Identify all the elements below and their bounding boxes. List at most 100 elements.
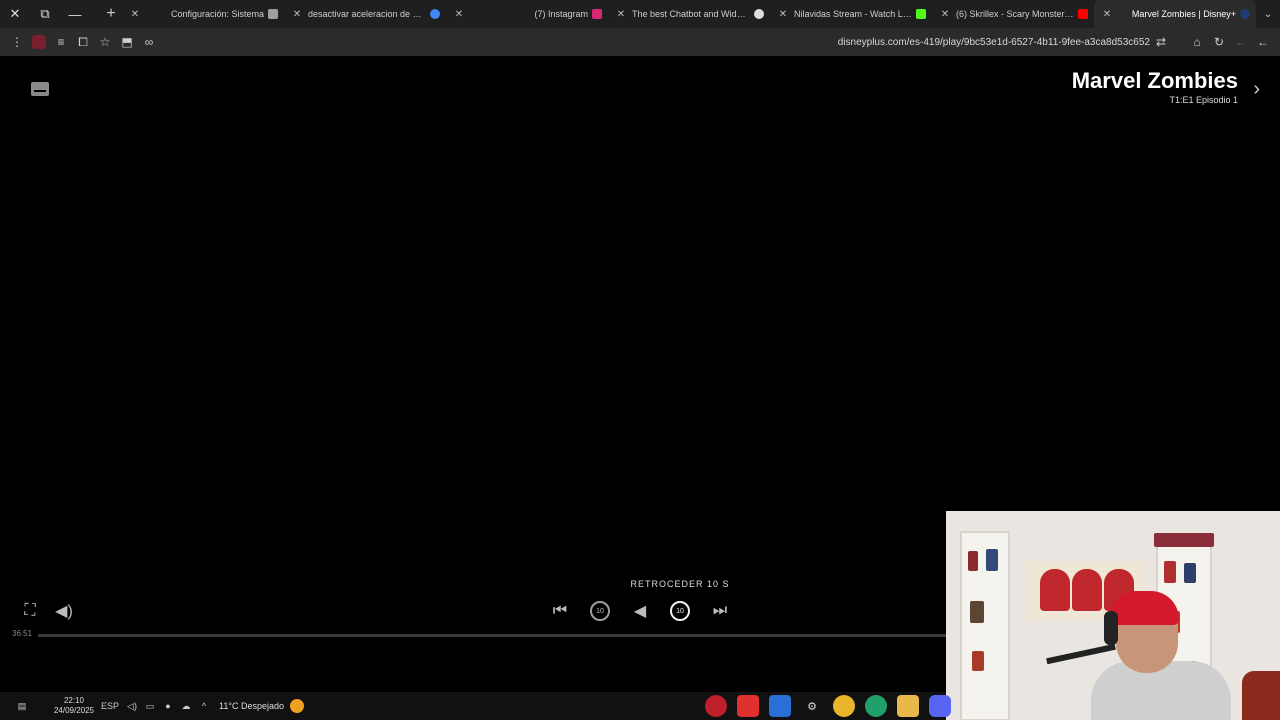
playback-controls: ⏮ 10 ◀ 10 ⏭: [548, 599, 748, 623]
restore-icon: ⧉: [40, 6, 50, 21]
tab-kick[interactable]: ✕ Nilavidas Stream - Watch Live: [770, 0, 932, 28]
volume-icon: ◀): [55, 603, 73, 620]
time-remaining: 36:51: [12, 629, 33, 638]
skip-next-icon: ⏭: [712, 602, 728, 619]
site-info-icon[interactable]: ⇄: [1150, 31, 1172, 53]
forward-button[interactable]: ←: [1230, 31, 1252, 53]
forward-10-button[interactable]: 10: [668, 599, 692, 623]
menu-button[interactable]: ⋮: [6, 31, 28, 53]
play-button[interactable]: ◀: [628, 599, 652, 623]
chrome-icon[interactable]: [833, 695, 855, 717]
subtitles-icon[interactable]: [31, 82, 49, 96]
discord-icon[interactable]: [929, 695, 951, 717]
lens-icon: ∞: [144, 35, 154, 49]
weather-widget[interactable]: 11°C Despejado: [219, 699, 304, 713]
app-red-icon[interactable]: [705, 695, 727, 717]
taskbar: ▤ 22:10 24/09/2025 ESP ◁) ▭ ● ☁ ^ 11°C D…: [0, 692, 951, 720]
home-button[interactable]: ⌂: [1186, 31, 1208, 53]
youtube-icon: [1078, 9, 1088, 19]
rewind-icon: 10: [590, 601, 610, 621]
app-store-icon[interactable]: [737, 695, 759, 717]
close-tab-icon[interactable]: ✕: [452, 9, 466, 20]
close-tab-icon[interactable]: ✕: [776, 9, 790, 20]
maximize-window-button[interactable]: ⧉: [30, 0, 60, 28]
close-tab-icon[interactable]: ✕: [290, 9, 304, 20]
screen: ✕ ⧉ — + ✕ Configuración: Sistema ✕ desac…: [0, 0, 1280, 720]
tab-disney[interactable]: ✕ Marvel Zombies | Disney+: [1094, 0, 1256, 28]
tab-chatbot[interactable]: ✕ The best Chatbot and Widgets: [608, 0, 770, 28]
volume-button[interactable]: ◀): [52, 599, 76, 623]
poster-figure: [1072, 569, 1102, 611]
close-tab-icon[interactable]: ✕: [614, 9, 628, 20]
install-app-button[interactable]: ⬒: [116, 31, 138, 53]
tab-strip: ✕ ⧉ — + ✕ Configuración: Sistema ✕ desac…: [0, 0, 1280, 28]
address-bar[interactable]: disneyplus.com/es-419/play/9bc53e1d-6527…: [166, 31, 1180, 53]
tab-title: (7) Instagram: [534, 9, 588, 19]
microphone-icon[interactable]: ●: [160, 698, 176, 714]
back-arrow-icon: ←: [1257, 35, 1269, 49]
bookmark-button[interactable]: ☆: [94, 31, 116, 53]
google-icon: [430, 9, 440, 19]
episode-label: T1:E1 Episodio 1: [1169, 95, 1238, 105]
reading-list-button[interactable]: ≡: [50, 31, 72, 53]
next-episode-button[interactable]: ⏭: [708, 599, 732, 623]
play-icon: ◀: [633, 603, 647, 620]
close-window-button[interactable]: ✕: [0, 0, 30, 28]
chatbot-icon: [754, 9, 764, 19]
chevron-right-icon[interactable]: ›: [1253, 78, 1260, 101]
extensions-button[interactable]: ⧠: [72, 31, 94, 53]
tab-title: (6) Skrillex - Scary Monsters An: [956, 9, 1078, 19]
reload-icon: ↻: [1213, 35, 1225, 49]
gear-icon: [268, 9, 278, 19]
new-tab-button[interactable]: +: [100, 0, 122, 28]
previous-episode-button[interactable]: ⏮: [548, 599, 572, 623]
chevron-up-icon[interactable]: ^: [196, 698, 212, 714]
file-explorer-icon[interactable]: [897, 695, 919, 717]
speaker-icon[interactable]: ◁): [124, 698, 140, 714]
close-tab-icon[interactable]: ✕: [1100, 9, 1114, 20]
headphones: [1104, 611, 1118, 645]
tab-settings[interactable]: ✕ Configuración: Sistema: [122, 0, 284, 28]
star-icon: ☆: [99, 35, 111, 49]
clock-time: 22:10: [63, 696, 85, 705]
forward-arrow-icon: ←: [1235, 35, 1247, 49]
fast-forward-icon: 10: [670, 601, 690, 621]
close-icon: ✕: [9, 6, 21, 21]
tab-title: Marvel Zombies | Disney+: [1131, 9, 1236, 19]
tab-title: Configuración: Sistema: [170, 9, 264, 19]
close-tab-icon[interactable]: ✕: [128, 9, 142, 20]
close-tab-icon[interactable]: ✕: [938, 9, 952, 20]
tab-youtube[interactable]: ✕ (6) Skrillex - Scary Monsters An: [932, 0, 1094, 28]
reload-button[interactable]: ↻: [1208, 31, 1230, 53]
onedrive-icon[interactable]: ☁: [178, 698, 194, 714]
disney-icon: [1240, 9, 1250, 19]
profile-avatar[interactable]: [32, 35, 46, 49]
microphone-arm: [1046, 643, 1116, 665]
notifications-icon[interactable]: ▤: [14, 698, 30, 714]
back-button[interactable]: ←: [1252, 31, 1274, 53]
network-icon[interactable]: ▭: [142, 698, 158, 714]
fullscreen-button[interactable]: ⛶: [18, 599, 42, 623]
microsoft-store-icon[interactable]: [769, 695, 791, 717]
lens-button[interactable]: ∞: [138, 31, 160, 53]
tab-search-button[interactable]: ⌄: [1256, 0, 1280, 28]
install-icon: ⬒: [121, 35, 133, 49]
language-indicator[interactable]: ESP: [98, 698, 122, 714]
home-icon: ⌂: [1193, 35, 1201, 49]
tab-list: ✕ Configuración: Sistema ✕ desactivar ac…: [122, 0, 1256, 28]
clock[interactable]: 22:10 24/09/2025: [51, 696, 97, 716]
tab-instagram[interactable]: ✕ (7) Instagram: [446, 0, 608, 28]
tab-google[interactable]: ✕ desactivar aceleracion de hard: [284, 0, 446, 28]
settings-icon[interactable]: ⚙: [801, 695, 823, 717]
progress-bar[interactable]: [38, 634, 948, 637]
minimize-window-button[interactable]: —: [60, 0, 90, 28]
tab-title: The best Chatbot and Widgets: [632, 9, 754, 19]
figure: [970, 601, 984, 623]
edge-icon[interactable]: [865, 695, 887, 717]
figure: [986, 549, 998, 571]
clock-date: 24/09/2025: [53, 706, 95, 715]
minimize-icon: —: [68, 6, 82, 22]
weather-text: 11°C Despejado: [219, 701, 284, 711]
rewind-10-button[interactable]: 10: [588, 599, 612, 623]
figure: [1164, 561, 1176, 583]
